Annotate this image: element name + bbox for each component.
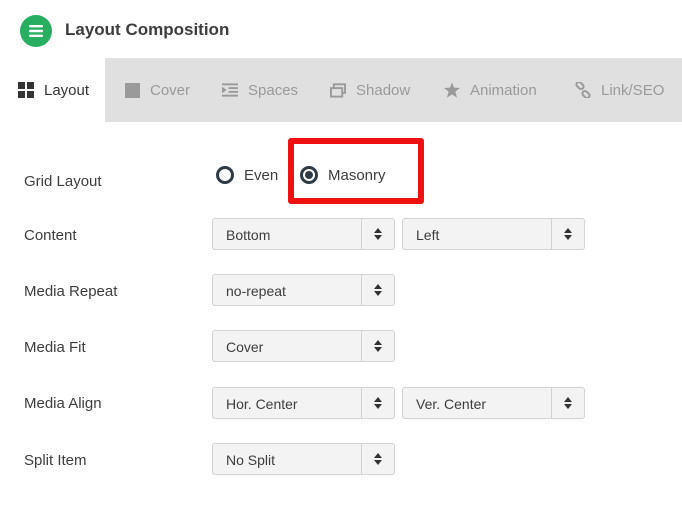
tab-link-seo[interactable]: Link/SEO bbox=[575, 58, 664, 122]
content-label: Content bbox=[24, 227, 77, 244]
tab-label: Layout bbox=[44, 81, 90, 99]
tab-cover[interactable]: Cover bbox=[124, 58, 190, 122]
tab-label: Cover bbox=[150, 81, 191, 99]
tab-label: Link/SEO bbox=[601, 81, 665, 99]
highlight-box bbox=[288, 138, 424, 204]
star-icon bbox=[444, 82, 460, 98]
tab-label: Spaces bbox=[248, 81, 299, 99]
split-item-label: Split Item bbox=[24, 452, 87, 469]
media-align-label: Media Align bbox=[24, 395, 102, 412]
panel-title: Layout Composition bbox=[65, 20, 230, 39]
media-fit-label: Media Fit bbox=[24, 339, 86, 356]
indent-icon bbox=[222, 82, 238, 98]
sort-arrows-icon bbox=[361, 388, 394, 418]
panel-header: Layout Composition bbox=[0, 0, 682, 58]
media-repeat-label: Media Repeat bbox=[24, 283, 118, 300]
sort-arrows-icon bbox=[551, 219, 584, 249]
media-align-horizontal-select[interactable]: Hor. Center bbox=[212, 387, 395, 419]
split-item-select[interactable]: No Split bbox=[212, 443, 395, 475]
sort-arrows-icon bbox=[551, 388, 584, 418]
content-vertical-select[interactable]: Bottom bbox=[212, 218, 395, 250]
list-icon[interactable] bbox=[20, 15, 52, 47]
media-fit-select[interactable]: Cover bbox=[212, 330, 395, 362]
content-horizontal-select[interactable]: Left bbox=[402, 218, 585, 250]
tab-bar: Layout Cover Spaces Shadow Animation Lin… bbox=[0, 58, 682, 122]
tab-layout[interactable]: Layout bbox=[0, 58, 105, 122]
tab-label: Shadow bbox=[356, 81, 411, 99]
tab-label: Animation bbox=[470, 81, 537, 99]
sort-arrows-icon bbox=[361, 331, 394, 361]
sort-arrows-icon bbox=[361, 219, 394, 249]
shadow-icon bbox=[330, 82, 346, 98]
radio-unchecked-icon[interactable] bbox=[216, 166, 234, 184]
sort-arrows-icon bbox=[361, 444, 394, 474]
radio-even-label: Even bbox=[244, 166, 279, 184]
link-icon bbox=[575, 82, 591, 98]
grid-icon bbox=[18, 82, 34, 98]
sort-arrows-icon bbox=[361, 275, 394, 305]
tab-animation[interactable]: Animation bbox=[444, 58, 537, 122]
media-align-vertical-select[interactable]: Ver. Center bbox=[402, 387, 585, 419]
tab-shadow[interactable]: Shadow bbox=[330, 58, 410, 122]
square-icon bbox=[124, 82, 140, 98]
grid-layout-label: Grid Layout bbox=[24, 173, 102, 190]
tab-spaces[interactable]: Spaces bbox=[222, 58, 298, 122]
radio-even[interactable]: Even bbox=[216, 166, 278, 184]
media-repeat-select[interactable]: no-repeat bbox=[212, 274, 395, 306]
